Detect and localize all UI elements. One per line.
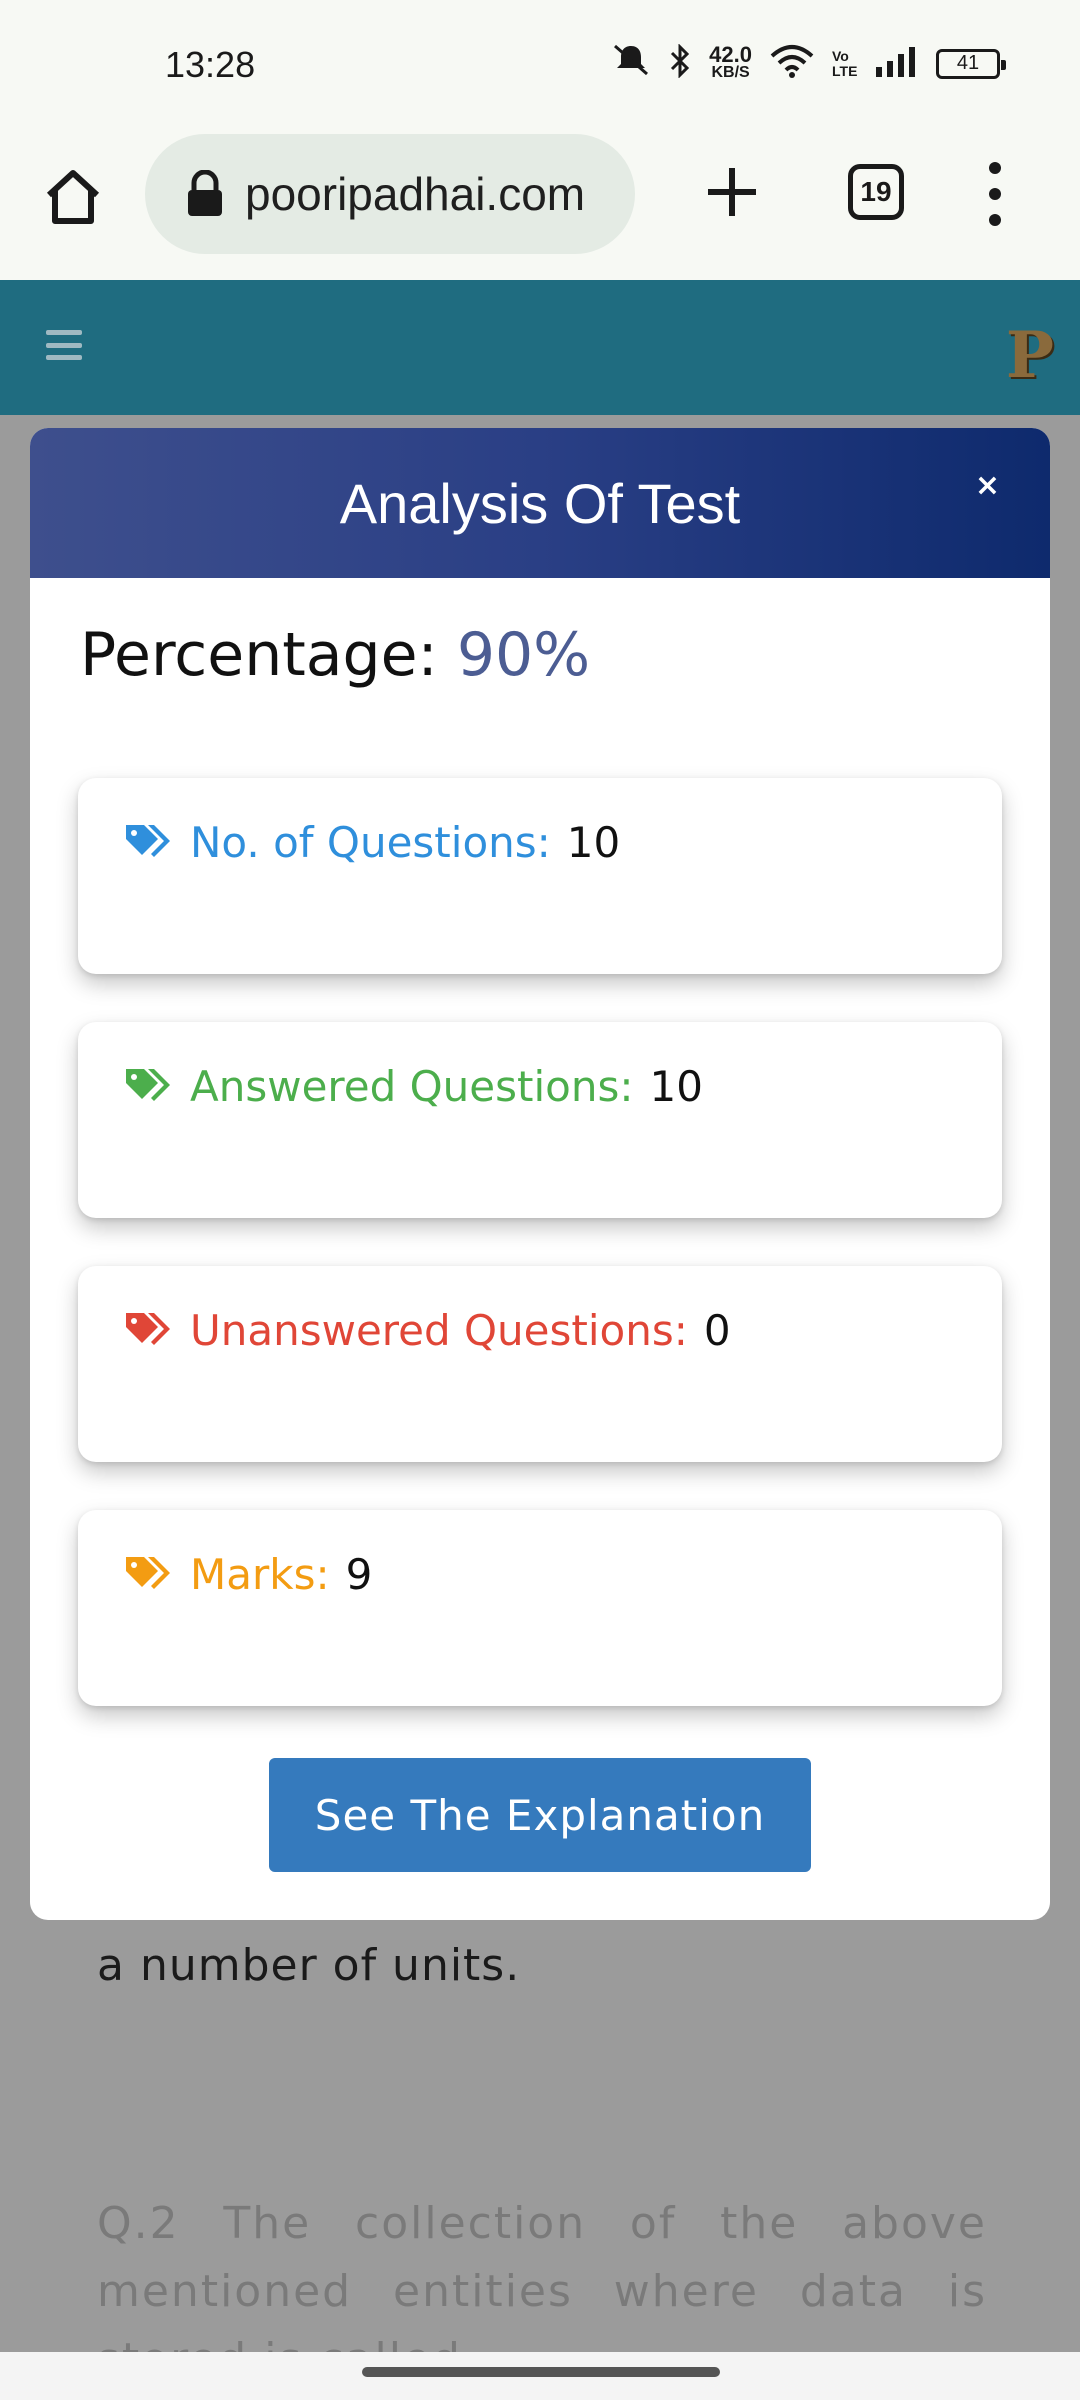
stat-label: Marks: [190,1550,330,1599]
stat-card-unanswered-questions: Unanswered Questions: 0 [78,1266,1002,1462]
volte-label: Vo LTE [832,47,858,79]
analysis-modal: Analysis Of Test × Percentage: 90% No. o… [30,428,1050,1920]
percentage: Percentage: 90% [80,620,590,690]
url-text: pooripadhai.com [245,168,586,220]
stat-value: 0 [703,1306,731,1355]
mute-icon [611,42,651,85]
stat-label: Unanswered Questions: [190,1306,688,1355]
more-vert-icon[interactable] [980,162,1010,226]
tabs-button[interactable]: 19 [848,164,904,220]
stat-value: 10 [649,1062,703,1111]
stat-value: 10 [566,818,621,867]
home-icon [46,170,100,224]
url-bar[interactable]: pooripadhai.com [145,134,635,254]
tag-icon [126,824,170,857]
site-logo[interactable]: P [1006,318,1054,393]
wifi-icon [770,44,814,83]
bluetooth-icon [669,43,691,83]
modal-header: Analysis Of Test × [30,428,1050,578]
tag-icon [126,1312,170,1345]
plus-icon[interactable] [700,160,764,224]
close-button[interactable]: × [975,468,1000,503]
stat-card-marks: Marks: 9 [78,1510,1002,1706]
browser-toolbar: pooripadhai.com 19 [0,132,1080,280]
lock-icon [188,170,222,216]
gesture-handle[interactable] [362,2367,720,2377]
tag-icon [126,1068,170,1101]
battery-icon: 41 [936,48,1006,79]
stat-label: Answered Questions: [190,1062,634,1111]
hamburger-icon[interactable] [46,330,82,360]
network-speed: 42.0 KB/S [709,41,752,81]
modal-title: Analysis Of Test [339,471,741,535]
status-bar: 13:28 42.0 KB/S Vo LTE 41 [0,0,1080,132]
percentage-value: 90% [456,620,591,690]
background-text: a number of units. [97,1940,521,1991]
stat-card-total-questions: No. of Questions: 10 [78,778,1002,974]
signal-icon [874,45,918,82]
percentage-label: Percentage: [80,620,438,690]
stat-label: No. of Questions: [190,818,551,867]
see-explanation-button[interactable]: See The Explanation [269,1758,811,1872]
tag-icon [126,1556,170,1589]
home-button[interactable] [38,162,108,232]
stat-card-answered-questions: Answered Questions: 10 [78,1022,1002,1218]
stat-value: 9 [345,1550,373,1599]
tab-count: 19 [860,176,892,207]
status-time: 13:28 [165,44,256,85]
status-icons: 42.0 KB/S Vo LTE 41 [611,41,1006,85]
site-header: P [0,280,1080,415]
battery-level: 41 [956,52,980,74]
